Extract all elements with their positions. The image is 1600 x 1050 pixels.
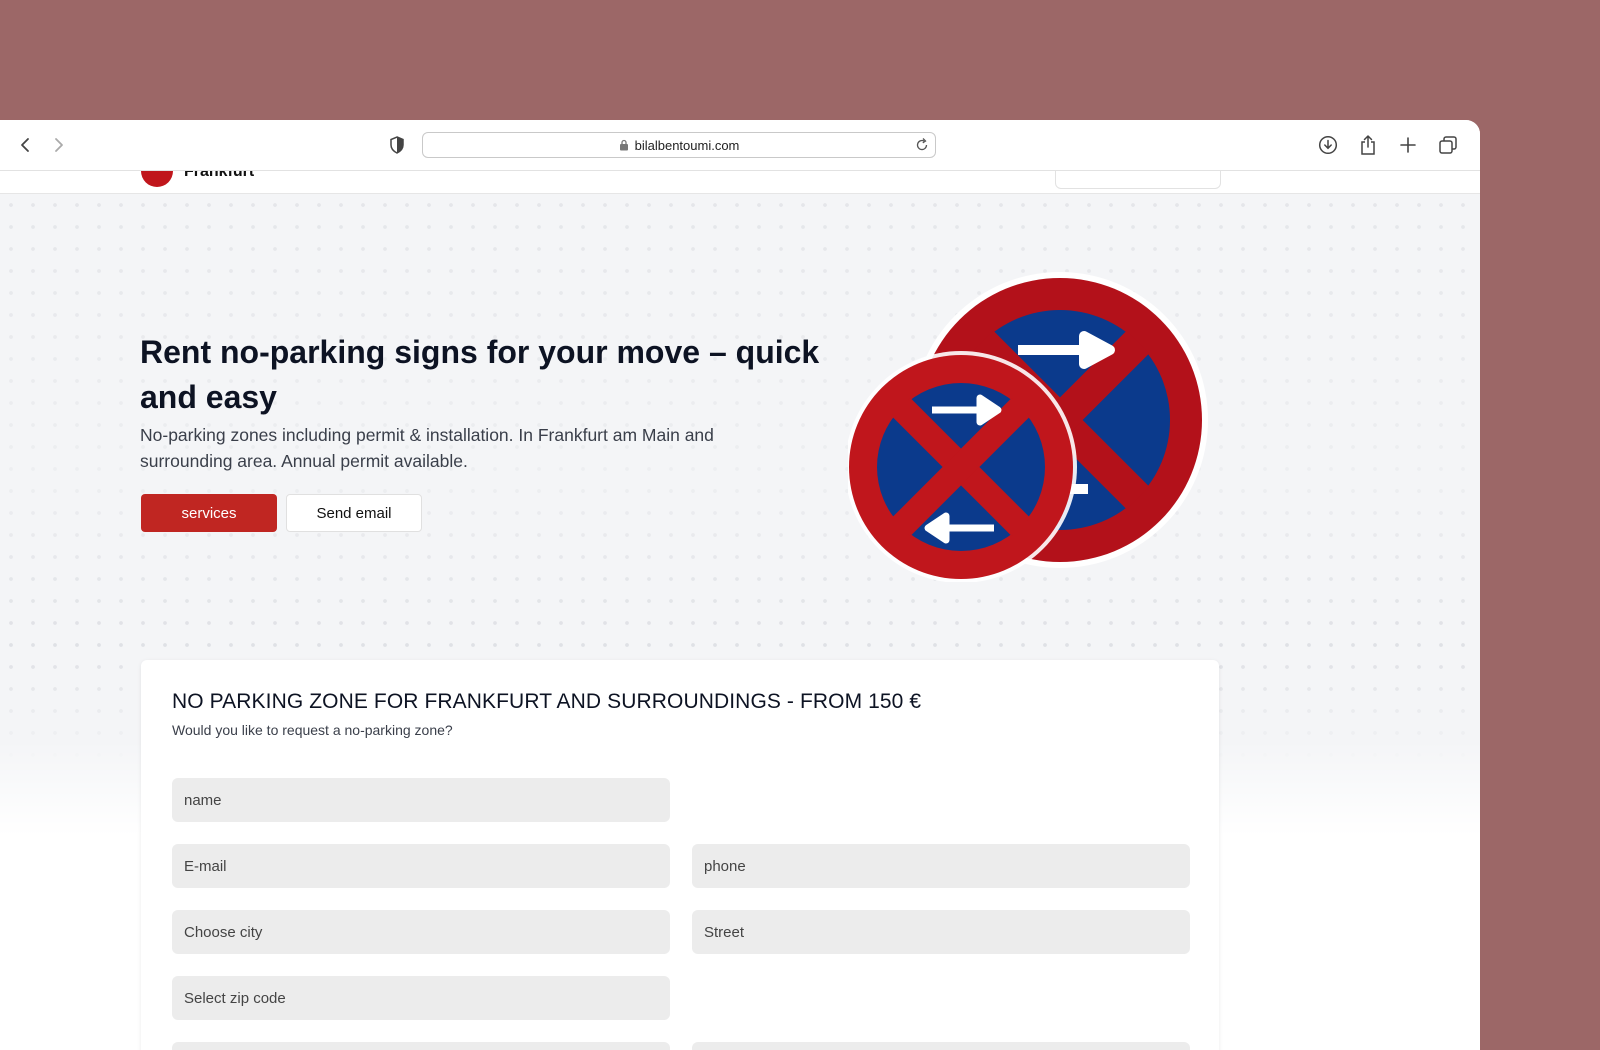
services-button[interactable]: services (141, 494, 277, 532)
url-text: bilalbentoumi.com (634, 137, 740, 153)
share-icon[interactable] (1356, 133, 1380, 157)
browser-toolbar: bilalbentoumi.com (0, 120, 1480, 171)
logo-icon[interactable] (141, 171, 173, 187)
send-email-button[interactable]: Send email (286, 494, 422, 532)
browser-window: bilalbentoumi.com Frankfurt Rent no-park… (0, 120, 1480, 1050)
phone-field[interactable] (692, 844, 1190, 888)
zip-code-select[interactable] (172, 976, 670, 1020)
request-form-card: NO PARKING ZONE FOR FRANKFURT AND SURROU… (141, 660, 1219, 1050)
city-select[interactable] (172, 910, 670, 954)
name-field[interactable] (172, 778, 670, 822)
download-icon[interactable] (1316, 133, 1340, 157)
email-field[interactable] (172, 844, 670, 888)
forward-icon[interactable] (46, 133, 70, 157)
no-parking-sign-small-icon (848, 351, 1077, 582)
address-bar[interactable]: bilalbentoumi.com (422, 132, 936, 158)
header-button[interactable] (1055, 171, 1221, 189)
back-icon[interactable] (14, 133, 38, 157)
lock-icon (619, 139, 628, 151)
street-field[interactable] (692, 910, 1190, 954)
form-subtitle: Would you like to request a no-parking z… (172, 722, 453, 738)
form-field-next-right[interactable] (692, 1042, 1190, 1050)
logo-text[interactable]: Frankfurt (184, 171, 254, 181)
site-header: Frankfurt (0, 171, 1480, 194)
hero-title: Rent no-parking signs for your move – qu… (140, 334, 820, 415)
new-tab-plus-icon[interactable] (1396, 133, 1420, 157)
privacy-shield-icon[interactable] (385, 133, 409, 157)
form-field-next-left[interactable] (172, 1042, 670, 1050)
reload-icon[interactable] (915, 137, 929, 158)
tab-overview-icon[interactable] (1436, 133, 1460, 157)
hero-subtitle: No-parking zones including permit & inst… (140, 425, 714, 471)
no-parking-signs-illustration (848, 272, 1208, 582)
form-title: NO PARKING ZONE FOR FRANKFURT AND SURROU… (172, 690, 922, 713)
